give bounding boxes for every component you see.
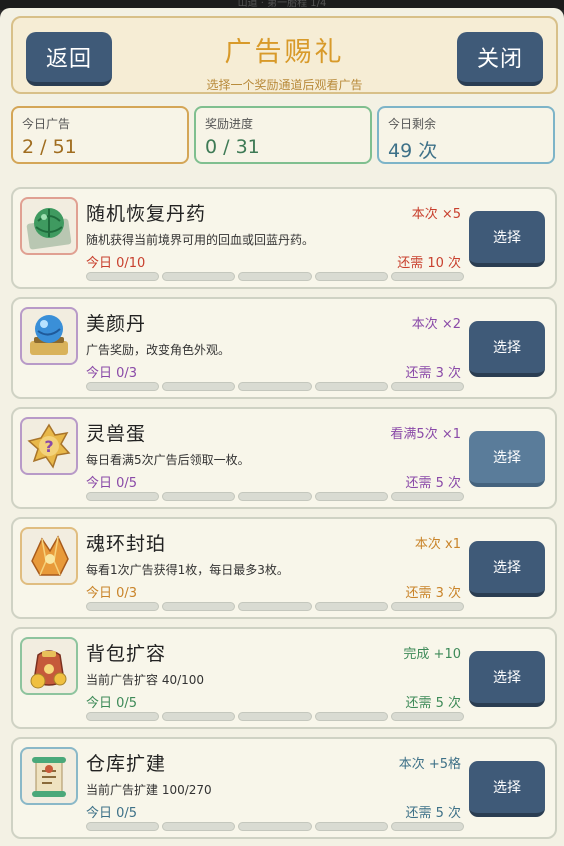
progress-segments: [86, 272, 465, 281]
card-remaining: 还需 5 次: [405, 806, 461, 821]
select-button[interactable]: 选择: [469, 431, 545, 487]
card-description: 每日看满5次广告后领取一枚。: [86, 453, 250, 467]
card-remaining: 还需 10 次: [397, 256, 461, 271]
select-button[interactable]: 选择: [469, 211, 545, 267]
svg-text:?: ?: [44, 437, 53, 456]
card-reward: 完成 +10: [403, 647, 461, 662]
reward-card-beast-egg: ? 灵兽蛋 看满5次 ×1 每日看满5次广告后领取一枚。 今日 0/5 还需 5…: [11, 407, 557, 509]
stat-label: 今日剩余: [388, 117, 437, 131]
card-description: 当前广告扩建 100/270: [86, 783, 212, 797]
stat-value: 49 次: [388, 140, 438, 162]
select-button[interactable]: 选择: [469, 651, 545, 707]
card-today-count: 今日 0/5: [86, 696, 138, 711]
card-remaining: 还需 3 次: [405, 586, 461, 601]
progress-segments: [86, 822, 465, 831]
amber-crystal-icon: [20, 527, 78, 585]
card-reward: 本次 ×2: [411, 317, 461, 332]
jade-pill-icon: [20, 197, 78, 255]
progress-segments: [86, 382, 465, 391]
card-reward: 本次 x1: [414, 537, 461, 552]
card-reward: 看满5次 ×1: [390, 427, 461, 442]
stat-reward-progress: 奖励进度 0 / 31: [194, 106, 372, 164]
beast-egg-icon: ?: [20, 417, 78, 475]
coin-bag-icon: [20, 637, 78, 695]
reward-card-warehouse-expand: 仓库扩建 本次 +5格 当前广告扩建 100/270 今日 0/5 还需 5 次…: [11, 737, 557, 839]
select-button[interactable]: 选择: [469, 761, 545, 817]
progress-segments: [86, 602, 465, 611]
stat-label: 今日广告: [22, 117, 71, 131]
card-today-count: 今日 0/5: [86, 806, 138, 821]
stat-today-remaining: 今日剩余 49 次: [377, 106, 555, 164]
card-title: 灵兽蛋: [86, 423, 147, 445]
stat-value: 2 / 51: [22, 136, 77, 158]
card-description: 随机获得当前境界可用的回血或回蓝丹药。: [86, 233, 315, 247]
reward-card-recovery-pill: 随机恢复丹药 本次 ×5 随机获得当前境界可用的回血或回蓝丹药。 今日 0/10…: [11, 187, 557, 289]
card-reward: 本次 +5格: [398, 757, 461, 772]
card-today-count: 今日 0/3: [86, 366, 138, 381]
card-title: 魂环封珀: [86, 533, 167, 555]
select-button[interactable]: 选择: [469, 541, 545, 597]
card-title: 随机恢复丹药: [86, 203, 207, 225]
reward-card-soul-amber: 魂环封珀 本次 x1 每看1次广告获得1枚，每日最多3枚。 今日 0/3 还需 …: [11, 517, 557, 619]
scroll-icon: [20, 747, 78, 805]
stat-value: 0 / 31: [205, 136, 260, 158]
card-description: 每看1次广告获得1枚，每日最多3枚。: [86, 563, 289, 577]
panel-header: 返回 广告赐礼 选择一个奖励通道后观看广告 关闭: [11, 16, 558, 94]
card-today-count: 今日 0/3: [86, 586, 138, 601]
close-button[interactable]: 关闭: [457, 32, 543, 86]
progress-segments: [86, 492, 465, 501]
card-title: 仓库扩建: [86, 753, 167, 775]
stat-today-ads: 今日广告 2 / 51: [11, 106, 189, 164]
progress-segments: [86, 712, 465, 721]
blue-orb-icon: [20, 307, 78, 365]
select-button[interactable]: 选择: [469, 321, 545, 377]
card-today-count: 今日 0/10: [86, 256, 146, 271]
card-title: 背包扩容: [86, 643, 167, 665]
card-reward: 本次 ×5: [411, 207, 461, 222]
card-remaining: 还需 5 次: [405, 696, 461, 711]
card-description: 广告奖励，改变角色外观。: [86, 343, 231, 357]
card-description: 当前广告扩容 40/100: [86, 673, 205, 687]
reward-card-bag-expand: 背包扩容 完成 +10 当前广告扩容 40/100 今日 0/5 还需 5 次 …: [11, 627, 557, 729]
stat-label: 奖励进度: [205, 117, 254, 131]
card-title: 美颜丹: [86, 313, 147, 335]
card-today-count: 今日 0/5: [86, 476, 138, 491]
card-remaining: 还需 5 次: [405, 476, 461, 491]
card-remaining: 还需 3 次: [405, 366, 461, 381]
reward-card-beauty-pill: 美颜丹 本次 ×2 广告奖励，改变角色外观。 今日 0/3 还需 3 次 选择: [11, 297, 557, 399]
